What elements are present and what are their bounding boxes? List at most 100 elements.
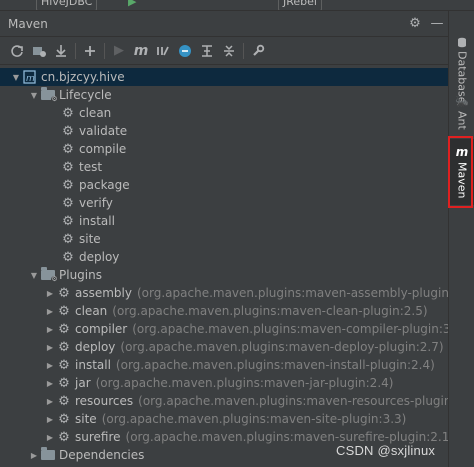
lifecycle-label: Lifecycle	[59, 88, 112, 102]
tree-plugins-node[interactable]: ▼ ⚙ Plugins	[0, 266, 448, 284]
expand-arrow-icon[interactable]: ▼	[28, 91, 40, 100]
maven-toolbar: ▶ m	[0, 37, 448, 65]
plugin-item[interactable]: ▶ ⚙ resources (org.apache.maven.plugins:mav…	[0, 392, 448, 410]
expand-arrow-icon[interactable]: ▶	[44, 307, 56, 316]
plugin-coordinates: (org.apache.maven.plugins:maven-compiler…	[132, 322, 448, 336]
plugin-gear-icon: ⚙	[58, 339, 70, 355]
expand-arrow-icon[interactable]: ▶	[44, 379, 56, 388]
plugin-item[interactable]: ▶ ⚙ compiler (org.apache.maven.plugins:mave…	[0, 320, 448, 338]
plugin-item[interactable]: ▶ ⚙ assembly (org.apache.maven.plugins:mave…	[0, 284, 448, 302]
lifecycle-item[interactable]: ⚙ install	[0, 212, 448, 230]
plugin-gear-icon: ⚙	[58, 393, 70, 409]
lifecycle-item-label: validate	[79, 124, 128, 138]
gear-icon: ⚙	[62, 213, 74, 229]
lifecycle-item-label: test	[79, 160, 103, 174]
plugin-name: surefire	[75, 430, 121, 444]
gear-icon: ⚙	[62, 159, 74, 175]
expand-arrow-icon[interactable]: ▶	[44, 325, 56, 334]
expand-arrow-icon[interactable]: ▶	[44, 433, 56, 442]
plugin-coordinates: (org.apache.maven.plugins:maven-jar-plug…	[95, 376, 394, 390]
plugin-gear-icon: ⚙	[58, 411, 70, 427]
ant-tab[interactable]: 🐜 Ant	[449, 95, 474, 130]
lifecycle-item[interactable]: ⚙ deploy	[0, 248, 448, 266]
lifecycle-item-label: clean	[79, 106, 112, 120]
plugin-item[interactable]: ▶ ⚙ clean (org.apache.maven.plugins:maven-c…	[0, 302, 448, 320]
plugin-item[interactable]: ▶ ⚙ jar (org.apache.maven.plugins:maven-jar…	[0, 374, 448, 392]
run-icon[interactable]: ▶	[128, 0, 136, 8]
toolbar-separator	[104, 42, 105, 59]
plugin-coordinates: (org.apache.maven.plugins:maven-site-plu…	[101, 412, 407, 426]
run-config-tab[interactable]: HiveJDBC	[36, 0, 98, 10]
plugin-name: compiler	[75, 322, 128, 336]
gear-icon: ⚙	[62, 141, 74, 157]
ant-icon: 🐜	[455, 95, 469, 108]
add-icon[interactable]	[79, 40, 101, 62]
tree-lifecycle-node[interactable]: ▼ ⚙ Lifecycle	[0, 86, 448, 104]
jrebel-tab[interactable]: JRebel	[278, 0, 322, 10]
lifecycle-item[interactable]: ⚙ validate	[0, 122, 448, 140]
plugin-item[interactable]: ▶ ⚙ install (org.apache.maven.plugins:maven…	[0, 356, 448, 374]
plugin-gear-icon: ⚙	[58, 357, 70, 373]
plugin-item[interactable]: ▶ ⚙ deploy (org.apache.maven.plugins:maven-…	[0, 338, 448, 356]
plugin-coordinates: (org.apache.maven.plugins:maven-surefire…	[125, 430, 448, 444]
plugin-coordinates: (org.apache.maven.plugins:maven-deploy-p…	[120, 340, 444, 354]
tool-window-title: Maven	[8, 16, 48, 31]
collapse-all-icon[interactable]	[218, 40, 240, 62]
run-icon[interactable]: ▶	[108, 40, 130, 62]
toolbar-separator	[243, 42, 244, 59]
minimize-icon[interactable]: —	[426, 16, 448, 31]
lifecycle-item[interactable]: ⚙ site	[0, 230, 448, 248]
expand-arrow-icon[interactable]: ▼	[28, 271, 40, 280]
plugin-name: assembly	[75, 286, 132, 300]
gear-icon: ⚙	[62, 177, 74, 193]
tree-project-node[interactable]: ▼ m cn.bjzcyy.hive	[0, 68, 448, 86]
plugin-name: jar	[75, 376, 91, 390]
gear-icon[interactable]: ⚙	[404, 16, 426, 31]
execute-goal-icon[interactable]: m	[130, 40, 152, 62]
expand-arrow-icon[interactable]: ▶	[44, 343, 56, 352]
download-icon[interactable]	[50, 40, 72, 62]
plugin-name: site	[75, 412, 97, 426]
plugin-name: clean	[75, 304, 108, 318]
refresh-icon[interactable]	[6, 40, 28, 62]
settings-wrench-icon[interactable]	[247, 40, 269, 62]
plugin-item[interactable]: ▶ ⚙ site (org.apache.maven.plugins:maven-si…	[0, 410, 448, 428]
gear-icon: ⚙	[62, 249, 74, 265]
plugin-name: resources	[75, 394, 134, 408]
lifecycle-item[interactable]: ⚙ test	[0, 158, 448, 176]
generate-sources-icon[interactable]	[28, 40, 50, 62]
gear-icon: ⚙	[62, 195, 74, 211]
lifecycle-item-label: compile	[79, 142, 127, 156]
toggle-offline-icon[interactable]	[152, 40, 174, 62]
skip-tests-icon[interactable]	[174, 40, 196, 62]
collapse-arrow-icon[interactable]: ▶	[28, 451, 40, 460]
plugin-coordinates: (org.apache.maven.plugins:maven-assembly…	[136, 286, 448, 300]
lifecycle-item[interactable]: ⚙ compile	[0, 140, 448, 158]
lifecycle-item[interactable]: ⚙ clean	[0, 104, 448, 122]
lifecycle-item[interactable]: ⚙ package	[0, 176, 448, 194]
show-dependencies-icon[interactable]	[196, 40, 218, 62]
gear-icon: ⚙	[62, 123, 74, 139]
main-toolbar-strip: HiveJDBC ▶ JRebel	[0, 0, 474, 11]
plugin-coordinates: (org.apache.maven.plugins:maven-install-…	[115, 358, 435, 372]
database-tab[interactable]: Database	[449, 37, 474, 104]
plugin-name: install	[75, 358, 111, 372]
dependencies-label: Dependencies	[59, 448, 145, 462]
lifecycle-item-label: install	[79, 214, 115, 228]
database-icon	[458, 37, 466, 48]
expand-arrow-icon[interactable]: ▶	[44, 397, 56, 406]
expand-arrow-icon[interactable]: ▶	[44, 415, 56, 424]
plugin-gear-icon: ⚙	[58, 285, 70, 301]
plugin-coordinates: (org.apache.maven.plugins:maven-resource…	[138, 394, 448, 408]
lifecycle-item-label: site	[79, 232, 101, 246]
expand-arrow-icon[interactable]: ▶	[44, 361, 56, 370]
folder-gear-icon: ⚙	[40, 267, 58, 283]
lifecycle-item[interactable]: ⚙ verify	[0, 194, 448, 212]
plugin-name: deploy	[75, 340, 116, 354]
maven-tool-window: Maven ⚙ — ▶ m ▼ m cn.bjzcyy.hive ▼ ⚙ Lif…	[0, 11, 448, 467]
plugin-gear-icon: ⚙	[58, 321, 70, 337]
expand-arrow-icon[interactable]: ▶	[44, 289, 56, 298]
gear-icon: ⚙	[62, 105, 74, 121]
ant-tab-label: Ant	[455, 111, 469, 130]
expand-arrow-icon[interactable]: ▼	[10, 73, 22, 82]
